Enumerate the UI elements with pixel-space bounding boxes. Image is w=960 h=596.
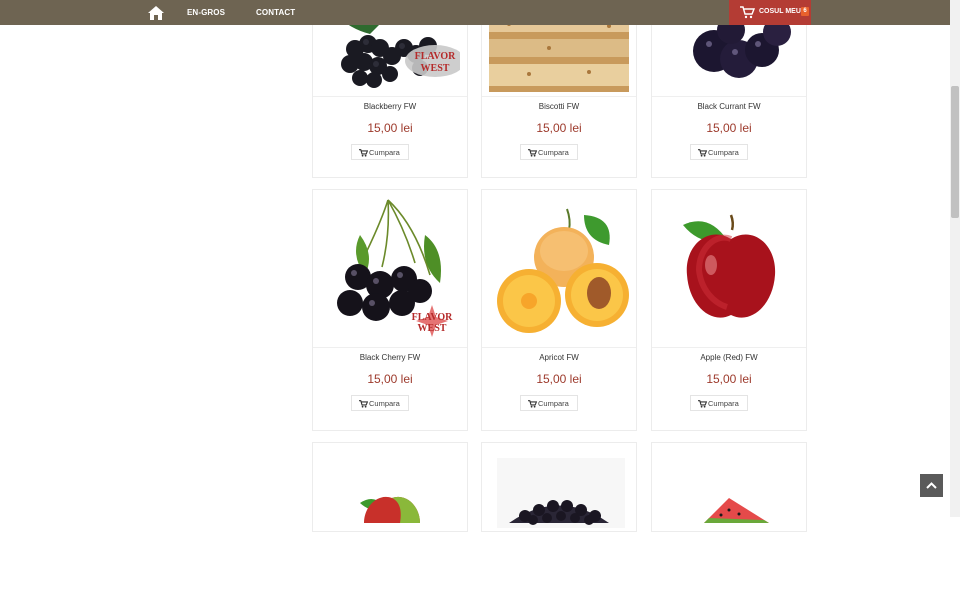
buy-button[interactable]: Cumpara (520, 144, 578, 160)
product-image[interactable] (659, 195, 799, 343)
cart-button[interactable]: COSUL MEU 6 (729, 0, 811, 25)
buy-button[interactable]: Cumpara (351, 144, 409, 160)
buy-button-label: Cumpara (708, 399, 739, 408)
product-name[interactable]: Black Cherry FW (313, 353, 467, 362)
product-name[interactable]: Blackberry FW (313, 102, 467, 111)
buy-button[interactable]: Cumpara (520, 395, 578, 411)
buy-button-label: Cumpara (538, 148, 569, 157)
product-name[interactable]: Black Currant FW (652, 102, 806, 111)
buy-button-label: Cumpara (538, 399, 569, 408)
product-card[interactable]: Apple (Red) FW 15,00 lei Cumpara (651, 189, 807, 431)
product-card[interactable] (481, 442, 637, 532)
cart-icon (740, 6, 755, 19)
cart-icon (528, 400, 537, 408)
product-card[interactable]: FLAVOR WEST Blackberry FW 15,00 lei Cump… (312, 0, 468, 178)
buy-button-label: Cumpara (369, 148, 400, 157)
cart-icon (698, 400, 707, 408)
cart-label: COSUL MEU (759, 8, 801, 15)
cart-icon (359, 149, 368, 157)
svg-text:FLAVOR: FLAVOR (412, 312, 454, 323)
buy-button-label: Cumpara (708, 148, 739, 157)
svg-text:WEST: WEST (418, 323, 447, 334)
product-name[interactable]: Apricot FW (482, 353, 636, 362)
cart-icon (359, 400, 368, 408)
buy-button[interactable]: Cumpara (690, 395, 748, 411)
product-price: 15,00 lei (367, 372, 413, 386)
product-image[interactable] (659, 448, 799, 596)
product-price: 15,00 lei (706, 121, 752, 135)
product-price: 15,00 lei (536, 121, 582, 135)
product-card[interactable]: Biscotti FW 15,00 lei Cumpara (481, 0, 637, 178)
product-card[interactable]: FLAVOR WEST Black Cherry FW 15,00 lei Cu… (312, 189, 468, 431)
product-image[interactable] (320, 448, 460, 596)
product-name[interactable]: Apple (Red) FW (652, 353, 806, 362)
product-image[interactable] (489, 195, 629, 343)
product-name[interactable]: Biscotti FW (482, 102, 636, 111)
card-divider (652, 347, 806, 348)
home-icon[interactable] (147, 5, 165, 21)
buy-button[interactable]: Cumpara (690, 144, 748, 160)
card-divider (652, 96, 806, 97)
product-card[interactable] (651, 442, 807, 532)
cart-icon (528, 149, 537, 157)
product-price: 15,00 lei (706, 372, 752, 386)
product-card[interactable]: Black Currant FW 15,00 lei Cumpara (651, 0, 807, 178)
scrollbar-thumb[interactable] (951, 86, 959, 218)
buy-button[interactable]: Cumpara (351, 395, 409, 411)
back-to-top-button[interactable] (920, 474, 943, 497)
product-card[interactable] (312, 442, 468, 532)
svg-text:WEST: WEST (421, 63, 450, 74)
card-divider (482, 347, 636, 348)
top-navbar: EN-GROS CONTACT COSUL MEU 6 (0, 0, 950, 25)
card-divider (482, 96, 636, 97)
product-price: 15,00 lei (536, 372, 582, 386)
product-image[interactable] (489, 448, 629, 596)
product-card[interactable]: Apricot FW 15,00 lei Cumpara (481, 189, 637, 431)
chevron-up-icon (926, 482, 937, 489)
nav-link-contact[interactable]: CONTACT (256, 8, 295, 17)
buy-button-label: Cumpara (369, 399, 400, 408)
cart-count-badge: 6 (801, 7, 809, 16)
nav-link-en-gros[interactable]: EN-GROS (187, 8, 225, 17)
brand-watermark: FLAVOR (415, 51, 457, 62)
card-divider (313, 96, 467, 97)
cart-icon (698, 149, 707, 157)
product-image[interactable]: FLAVOR WEST (320, 195, 460, 343)
card-divider (313, 347, 467, 348)
scrollbar-track[interactable] (950, 0, 960, 517)
product-price: 15,00 lei (367, 121, 413, 135)
